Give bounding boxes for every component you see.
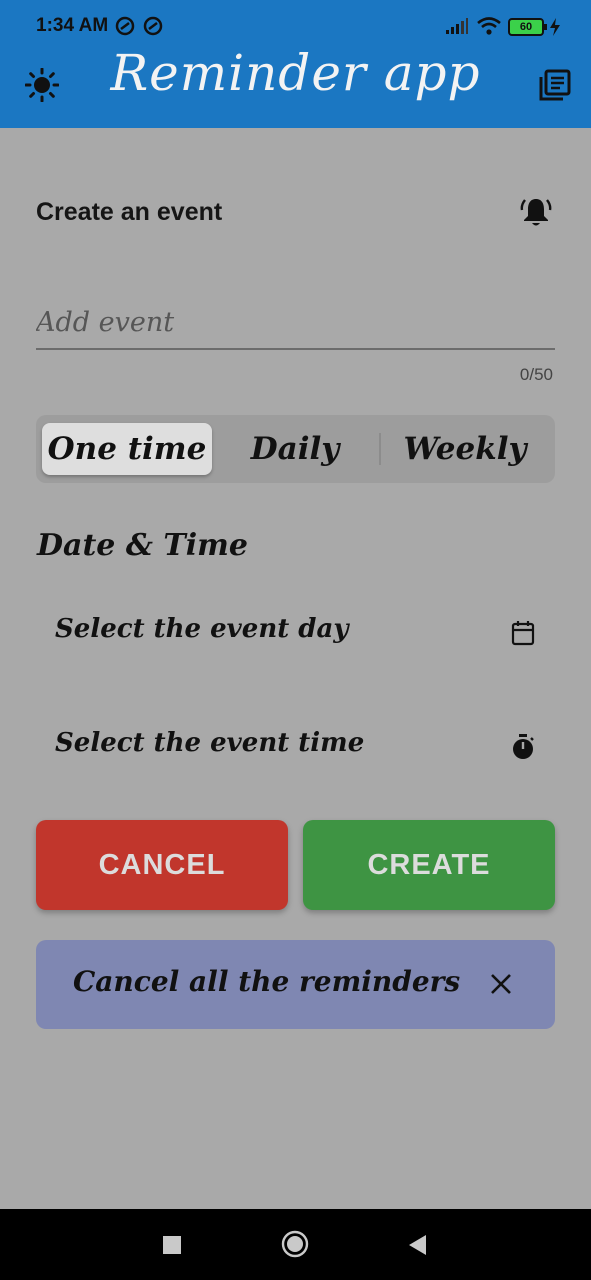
cancel-button[interactable]: CANCEL	[36, 820, 288, 910]
back-icon[interactable]	[406, 1233, 428, 1257]
create-button[interactable]: CREATE	[303, 820, 555, 910]
library-icon[interactable]	[539, 69, 571, 101]
day-picker-label: Select the event day	[55, 614, 349, 644]
day-picker[interactable]: Select the event day	[36, 598, 555, 668]
system-nav-bar	[0, 1209, 591, 1280]
char-counter: 0/50	[519, 365, 553, 384]
vpn-icon	[143, 16, 163, 36]
recent-apps-icon[interactable]	[162, 1235, 182, 1255]
frequency-selector: One time Daily Weekly	[36, 415, 555, 483]
create-event-heading: Create an event	[36, 198, 223, 226]
cancel-all-label: Cancel all the reminders	[73, 965, 461, 998]
calendar-icon	[511, 621, 535, 646]
close-icon[interactable]	[489, 972, 513, 996]
signal-icon	[446, 18, 468, 34]
time-picker-label: Select the event time	[55, 728, 365, 758]
battery-icon: 60	[508, 18, 547, 36]
app-title: Reminder app	[110, 44, 481, 102]
vpn-icon	[115, 16, 135, 36]
home-icon[interactable]	[281, 1230, 309, 1258]
wifi-icon	[477, 17, 501, 35]
bell-icon[interactable]	[520, 196, 552, 228]
charging-icon	[550, 18, 560, 36]
event-input[interactable]	[36, 290, 555, 350]
status-time: 1:34 AM	[36, 15, 109, 36]
tab-daily[interactable]: Daily	[212, 423, 378, 475]
date-time-heading: Date & Time	[37, 528, 248, 563]
cancel-all-reminders-button[interactable]: Cancel all the reminders	[36, 940, 555, 1029]
app-bar: 1:34 AM 60 Reminder app	[0, 0, 591, 128]
time-picker[interactable]: Select the event time	[36, 712, 555, 782]
stopwatch-icon	[513, 734, 534, 759]
tab-one-time[interactable]: One time	[42, 423, 212, 475]
tab-weekly[interactable]: Weekly	[381, 423, 549, 475]
